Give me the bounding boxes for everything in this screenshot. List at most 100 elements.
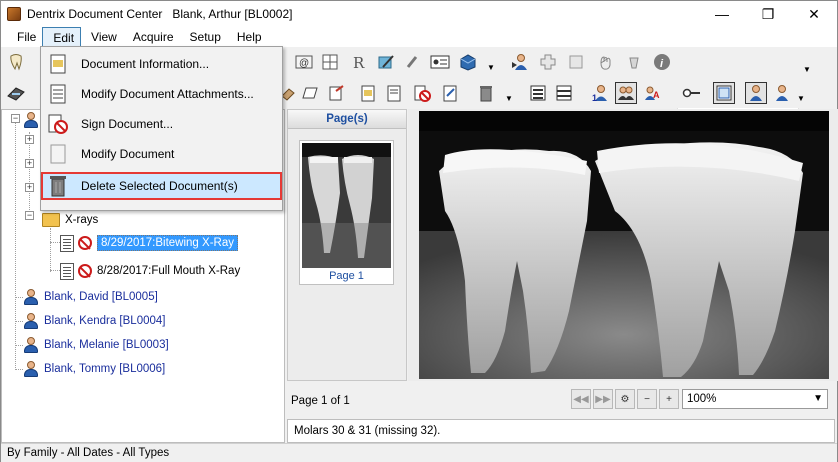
menu-item-modify-document[interactable]: Modify Document — [43, 140, 280, 168]
trash-can-icon[interactable] — [475, 82, 497, 104]
svg-text:1: 1 — [592, 93, 597, 102]
scanner-icon[interactable] — [5, 82, 27, 104]
prescription-icon[interactable]: R — [349, 51, 371, 73]
chevron-down-icon[interactable]: ▼ — [505, 94, 513, 103]
menu-item-label: Modify Document Attachments... — [81, 87, 254, 101]
tree-collapse-root[interactable]: − — [11, 114, 20, 123]
sign-document-icon[interactable] — [411, 82, 433, 104]
window-controls: — ❐ ✕ — [699, 1, 837, 27]
tooth-icon[interactable] — [5, 51, 27, 73]
tree-folder-xrays[interactable]: X-rays — [42, 210, 98, 230]
chevron-down-icon[interactable]: ▼ — [803, 65, 811, 74]
status-bar: By Family - All Dates - All Types — [1, 443, 837, 462]
prev-page-button[interactable]: ◀◀ — [571, 389, 591, 409]
person-icon — [22, 111, 40, 129]
menu-item-delete-selected-documents[interactable]: Delete Selected Document(s) — [41, 172, 282, 200]
tree-root-patient[interactable] — [22, 110, 40, 130]
page-thumbnail-label: Page 1 — [329, 270, 364, 282]
alert-icon[interactable] — [565, 51, 587, 73]
tree-expand-node[interactable]: + — [25, 159, 34, 168]
attach-icon[interactable] — [401, 51, 423, 73]
parallelogram-icon[interactable] — [299, 82, 321, 104]
close-button[interactable]: ✕ — [791, 1, 837, 27]
person-icon — [22, 360, 40, 378]
tree-patient-row[interactable]: Blank, David [BL0005] — [22, 287, 158, 307]
family-view-icon[interactable] — [615, 82, 637, 104]
menu-item-document-information[interactable]: Document Information... — [43, 50, 280, 78]
medical-cross-icon[interactable] — [537, 51, 559, 73]
tree-document-row[interactable]: 8/28/2017:Full Mouth X-Ray — [60, 261, 240, 281]
all-patients-icon[interactable]: A — [641, 82, 663, 104]
person-icon — [22, 336, 40, 354]
menu-help[interactable]: Help — [227, 27, 268, 47]
patient-link[interactable]: Blank, Tommy [BL0006] — [44, 363, 165, 375]
folder-label: X-rays — [65, 214, 99, 226]
menu-acquire[interactable]: Acquire — [123, 27, 180, 47]
zoom-out-icon[interactable]: − — [637, 389, 657, 409]
zoom-in-icon[interactable]: + — [659, 389, 679, 409]
zoom-value: 100% — [687, 393, 717, 405]
user-profile-icon[interactable] — [745, 82, 767, 104]
chevron-down-icon[interactable]: ▼ — [487, 63, 495, 72]
fit-page-icon[interactable]: ⚙ — [615, 389, 635, 409]
menu-item-modify-attachments[interactable]: Modify Document Attachments... — [43, 80, 280, 108]
next-page-button[interactable]: ▶▶ — [593, 389, 613, 409]
tree-document-label[interactable]: 8/29/2017:Bitewing X-Ray — [97, 235, 238, 251]
menu-item-sign-document[interactable]: Sign Document... — [43, 110, 280, 138]
menu-view[interactable]: View — [81, 27, 123, 47]
modify-document-icon[interactable] — [439, 82, 461, 104]
recycle-icon[interactable] — [623, 51, 645, 73]
tree-patient-row[interactable]: Blank, Tommy [BL0006] — [22, 359, 165, 379]
document-info-icon[interactable] — [357, 82, 379, 104]
patient-link[interactable]: Blank, David [BL0005] — [44, 291, 158, 303]
document-grid-icon[interactable] — [319, 51, 341, 73]
tree-document-row[interactable]: 8/29/2017:Bitewing X-Ray — [60, 233, 238, 253]
modify-document-icon — [45, 141, 71, 167]
box-icon[interactable] — [457, 51, 479, 73]
detail-view-icon[interactable] — [553, 82, 575, 104]
id-card-icon[interactable] — [429, 51, 451, 73]
user-settings-icon[interactable] — [771, 82, 793, 104]
single-patient-icon[interactable]: 1 — [589, 82, 611, 104]
chevron-down-icon: ▼ — [813, 393, 823, 404]
minimize-button[interactable]: — — [699, 1, 745, 27]
menu-edit[interactable]: Edit — [42, 27, 82, 47]
patient-link[interactable]: Blank, Kendra [BL0004] — [44, 315, 165, 327]
edit-pen-icon[interactable] — [375, 51, 397, 73]
menu-setup[interactable]: Setup — [180, 27, 227, 47]
tree-expand-node[interactable]: + — [25, 183, 34, 192]
zoom-select[interactable]: 100% ▼ — [682, 389, 828, 409]
email-icon[interactable]: @ — [293, 51, 315, 73]
maximize-button[interactable]: ❐ — [745, 1, 791, 27]
viewer-navigation: Page 1 of 1 ◀◀ ▶▶ ⚙ − + 100% ▼ — [287, 387, 837, 415]
export-document-icon[interactable] — [325, 82, 347, 104]
menu-item-label: Document Information... — [81, 57, 210, 71]
document-attach-icon — [45, 81, 71, 107]
preview-pane-icon[interactable] — [713, 82, 735, 104]
window-title: Dentrix Document Center Blank, Arthur [B… — [27, 7, 293, 21]
page-thumbnail[interactable]: Page 1 — [299, 140, 394, 285]
hand-icon[interactable] — [595, 51, 617, 73]
chevron-down-icon[interactable]: ▼ — [797, 94, 805, 103]
menu-file[interactable]: File — [3, 27, 42, 47]
document-attach-icon[interactable] — [383, 82, 405, 104]
trash-can-icon — [45, 173, 71, 199]
menu-item-label: Delete Selected Document(s) — [81, 179, 238, 193]
tree-patient-row[interactable]: Blank, Melanie [BL0003] — [22, 335, 169, 355]
document-icon — [60, 234, 74, 252]
info-icon[interactable]: i — [651, 51, 673, 73]
person-icon — [22, 312, 40, 330]
page-count: Page 1 of 1 — [291, 395, 350, 407]
patient-link[interactable]: Blank, Melanie [BL0003] — [44, 339, 169, 351]
tree-collapse-xrays[interactable]: − — [25, 211, 34, 220]
tree-patient-row[interactable]: Blank, Kendra [BL0004] — [22, 311, 165, 331]
sign-document-icon — [45, 111, 71, 137]
tree-expand-node[interactable]: + — [25, 135, 34, 144]
xray-image-viewer[interactable] — [419, 111, 829, 379]
tree-document-label[interactable]: 8/28/2017:Full Mouth X-Ray — [97, 265, 240, 277]
xray-thumbnail-image — [302, 143, 391, 268]
menu-bar: File Edit View Acquire Setup Help — [1, 27, 837, 47]
key-icon[interactable] — [681, 82, 703, 104]
patient-select-icon[interactable] — [509, 51, 531, 73]
list-view-icon[interactable] — [527, 82, 549, 104]
